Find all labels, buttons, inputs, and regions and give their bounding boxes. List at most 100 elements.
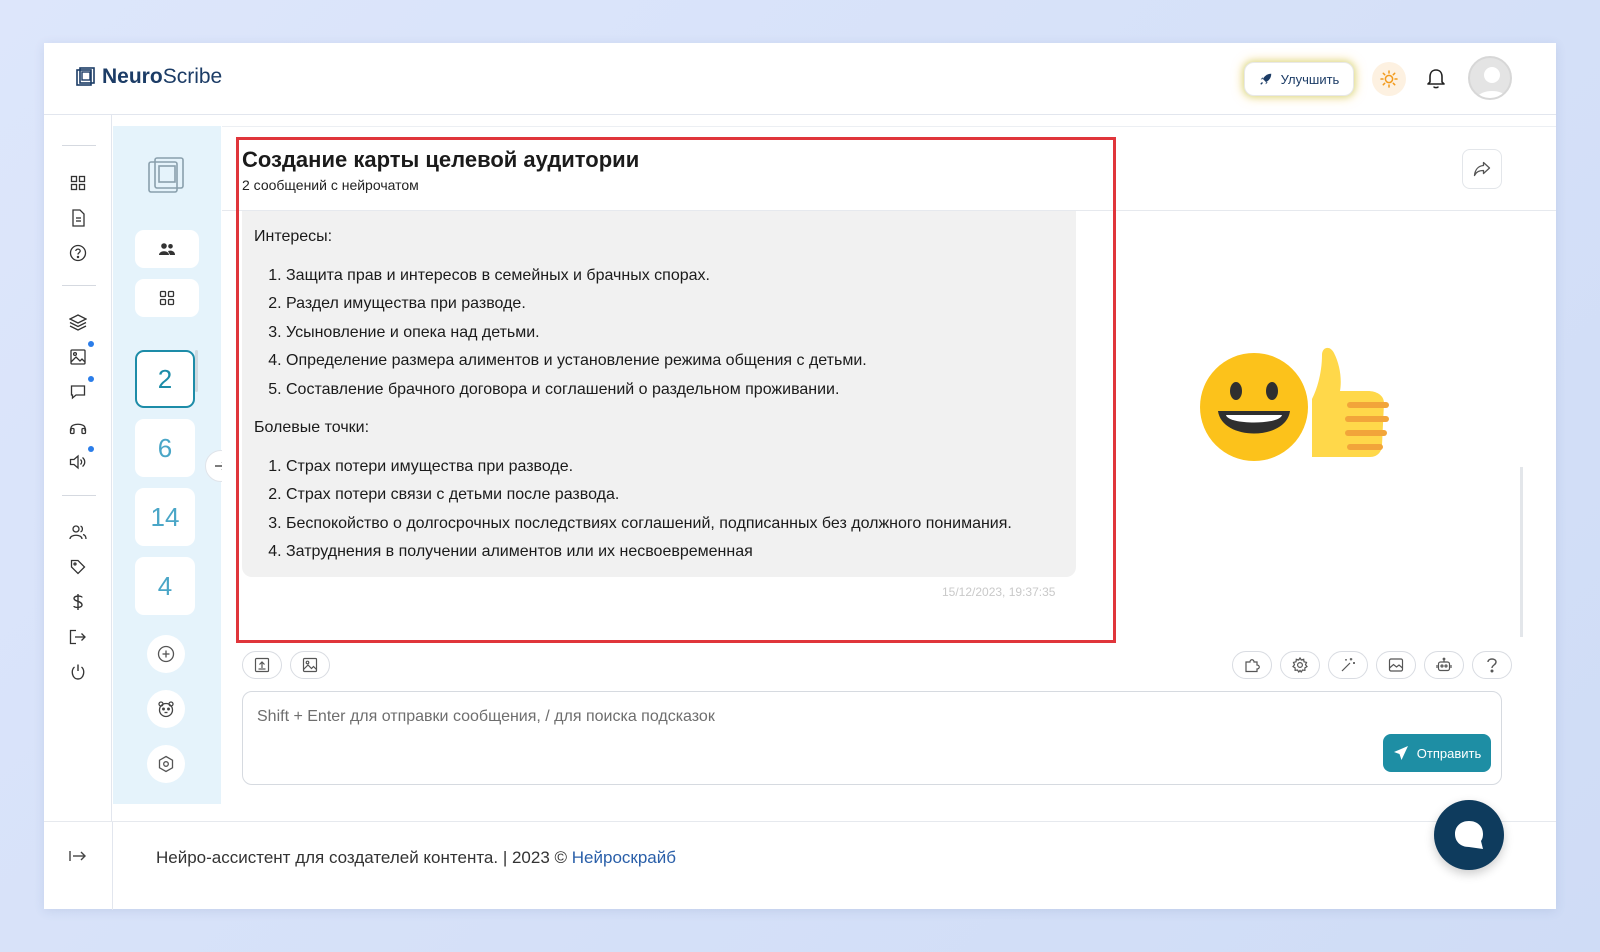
footer-copyright: Нейро-ассистент для создателей контента.…: [156, 848, 572, 867]
message-timestamp: 15/12/2023, 19:37:35: [942, 585, 1056, 599]
rail-divider: [62, 285, 96, 286]
chat-scrollbar[interactable]: [1520, 467, 1523, 637]
new-chat-button[interactable]: [147, 635, 185, 673]
footer-divider: [112, 822, 113, 910]
layers-icon[interactable]: [68, 312, 88, 332]
tools-toolbar: [1232, 651, 1512, 679]
people-icon: [159, 243, 175, 255]
users-icon[interactable]: [68, 522, 88, 542]
headphones-icon[interactable]: [68, 417, 88, 437]
upload-button[interactable]: [242, 651, 282, 679]
help-button[interactable]: [1472, 651, 1512, 679]
bear-icon: [158, 701, 174, 718]
message-input[interactable]: [257, 706, 1357, 728]
interests-list: Защита прав и интересов в семейных и бра…: [286, 262, 1064, 405]
tag-icon[interactable]: [68, 557, 88, 577]
gallery-button[interactable]: [1376, 651, 1416, 679]
list-item: Беспокойство о долгосрочных последствиях…: [286, 510, 1064, 539]
gear-icon: [1292, 657, 1308, 673]
footer: Нейро-ассистент для создателей контента.…: [44, 821, 1556, 910]
user-avatar[interactable]: [1468, 56, 1512, 100]
magic-wand-icon: [1341, 658, 1355, 672]
dashboard-icon[interactable]: [68, 173, 88, 193]
chat-card[interactable]: 2: [135, 350, 195, 408]
bell-icon: [1427, 69, 1445, 89]
list-item: Страх потери имущества при разводе.: [286, 453, 1064, 482]
chat-card-count: 14: [150, 501, 180, 532]
send-icon: [1393, 746, 1408, 760]
list-item: Затруднения в получении алиментов или их…: [286, 538, 1064, 567]
rail-divider: [62, 495, 96, 496]
rocket-icon: [1259, 73, 1271, 85]
notification-dot: [88, 446, 94, 452]
chat-card-count: 4: [157, 570, 173, 601]
theme-toggle[interactable]: [1372, 62, 1406, 96]
pain-points-list: Страх потери имущества при разводе. Стра…: [286, 453, 1064, 567]
arrow-to-right-icon: [69, 851, 86, 861]
upload-icon: [254, 657, 270, 673]
chat-area: Создание карты целевой аудитории 2 сообщ…: [222, 126, 1556, 804]
chat-card-count: 6: [157, 432, 173, 463]
chat-card[interactable]: 14: [135, 488, 195, 546]
send-label: Отправить: [1416, 745, 1482, 761]
user-icon: [1476, 67, 1508, 98]
image-icon[interactable]: [68, 341, 94, 367]
contacts-button[interactable]: [135, 230, 199, 268]
grid-view-button[interactable]: [135, 279, 199, 317]
puzzle-icon: [1245, 659, 1260, 673]
brand-mark-icon: [147, 156, 187, 201]
list-item: Защита прав и интересов в семейных и бра…: [286, 262, 1064, 291]
settings-button[interactable]: [147, 745, 185, 783]
image-frame-icon: [1388, 658, 1404, 672]
logo-icon: [76, 67, 95, 86]
chat-card-count: 2: [157, 363, 173, 394]
bot-button[interactable]: [1424, 651, 1464, 679]
assistant-button[interactable]: [147, 690, 185, 728]
notifications-button[interactable]: [1422, 65, 1450, 93]
expand-sidebar-button[interactable]: [68, 846, 88, 871]
chat-card[interactable]: 6: [135, 419, 195, 477]
chat-card[interactable]: 4: [135, 557, 195, 615]
logo[interactable]: NeuroScribe: [76, 65, 222, 89]
upgrade-button[interactable]: Улучшить: [1244, 62, 1354, 96]
share-icon: [1473, 161, 1491, 177]
app-window: NeuroScribe Улучшить 2 6 14 4 Создание к…: [44, 43, 1556, 910]
help-icon[interactable]: [68, 243, 88, 263]
grid-icon: [159, 290, 175, 306]
chat-bubble-icon: [1455, 821, 1483, 849]
send-button[interactable]: Отправить: [1383, 734, 1491, 772]
chat-subtitle: 2 сообщений с нейрочатом: [242, 177, 419, 193]
chat-icon[interactable]: [68, 376, 94, 402]
settings-button[interactable]: [1280, 651, 1320, 679]
notification-dot: [88, 376, 94, 382]
list-item: Составление брачного договора и соглашен…: [286, 376, 1064, 405]
support-chat-button[interactable]: [1434, 800, 1504, 870]
footer-link[interactable]: Нейроскрайб: [572, 848, 676, 867]
notification-dot: [88, 341, 94, 347]
dollar-icon[interactable]: [68, 592, 88, 612]
footer-text: Нейро-ассистент для создателей контента.…: [156, 848, 676, 868]
magic-button[interactable]: [1328, 651, 1368, 679]
speaker-icon[interactable]: [68, 446, 94, 472]
share-button[interactable]: [1462, 149, 1502, 189]
document-icon[interactable]: [68, 208, 88, 228]
list-item: Страх потери связи с детьми после развод…: [286, 481, 1064, 510]
hexagon-settings-icon: [158, 755, 174, 773]
image-attach-button[interactable]: [290, 651, 330, 679]
chat-title: Создание карты целевой аудитории: [242, 147, 640, 172]
sun-icon: [1380, 70, 1398, 88]
upgrade-label: Улучшить: [1280, 71, 1340, 87]
plugins-button[interactable]: [1232, 651, 1272, 679]
list-item: Усыновление и опека над детьми.: [286, 319, 1064, 348]
power-icon[interactable]: [68, 662, 88, 682]
list-item: Определение размера алиментов и установл…: [286, 347, 1064, 376]
logo-text: NeuroScribe: [102, 65, 223, 88]
chat-header: Создание карты целевой аудитории 2 сообщ…: [222, 127, 1556, 211]
scrollbar[interactable]: [195, 350, 198, 392]
list-item: Раздел имущества при разводе.: [286, 290, 1064, 319]
icon-sidebar: [44, 115, 112, 909]
top-header: NeuroScribe Улучшить: [44, 43, 1556, 115]
attachment-toolbar: [242, 651, 330, 679]
plus-circle-icon: [157, 645, 175, 663]
logout-icon[interactable]: [68, 627, 88, 647]
